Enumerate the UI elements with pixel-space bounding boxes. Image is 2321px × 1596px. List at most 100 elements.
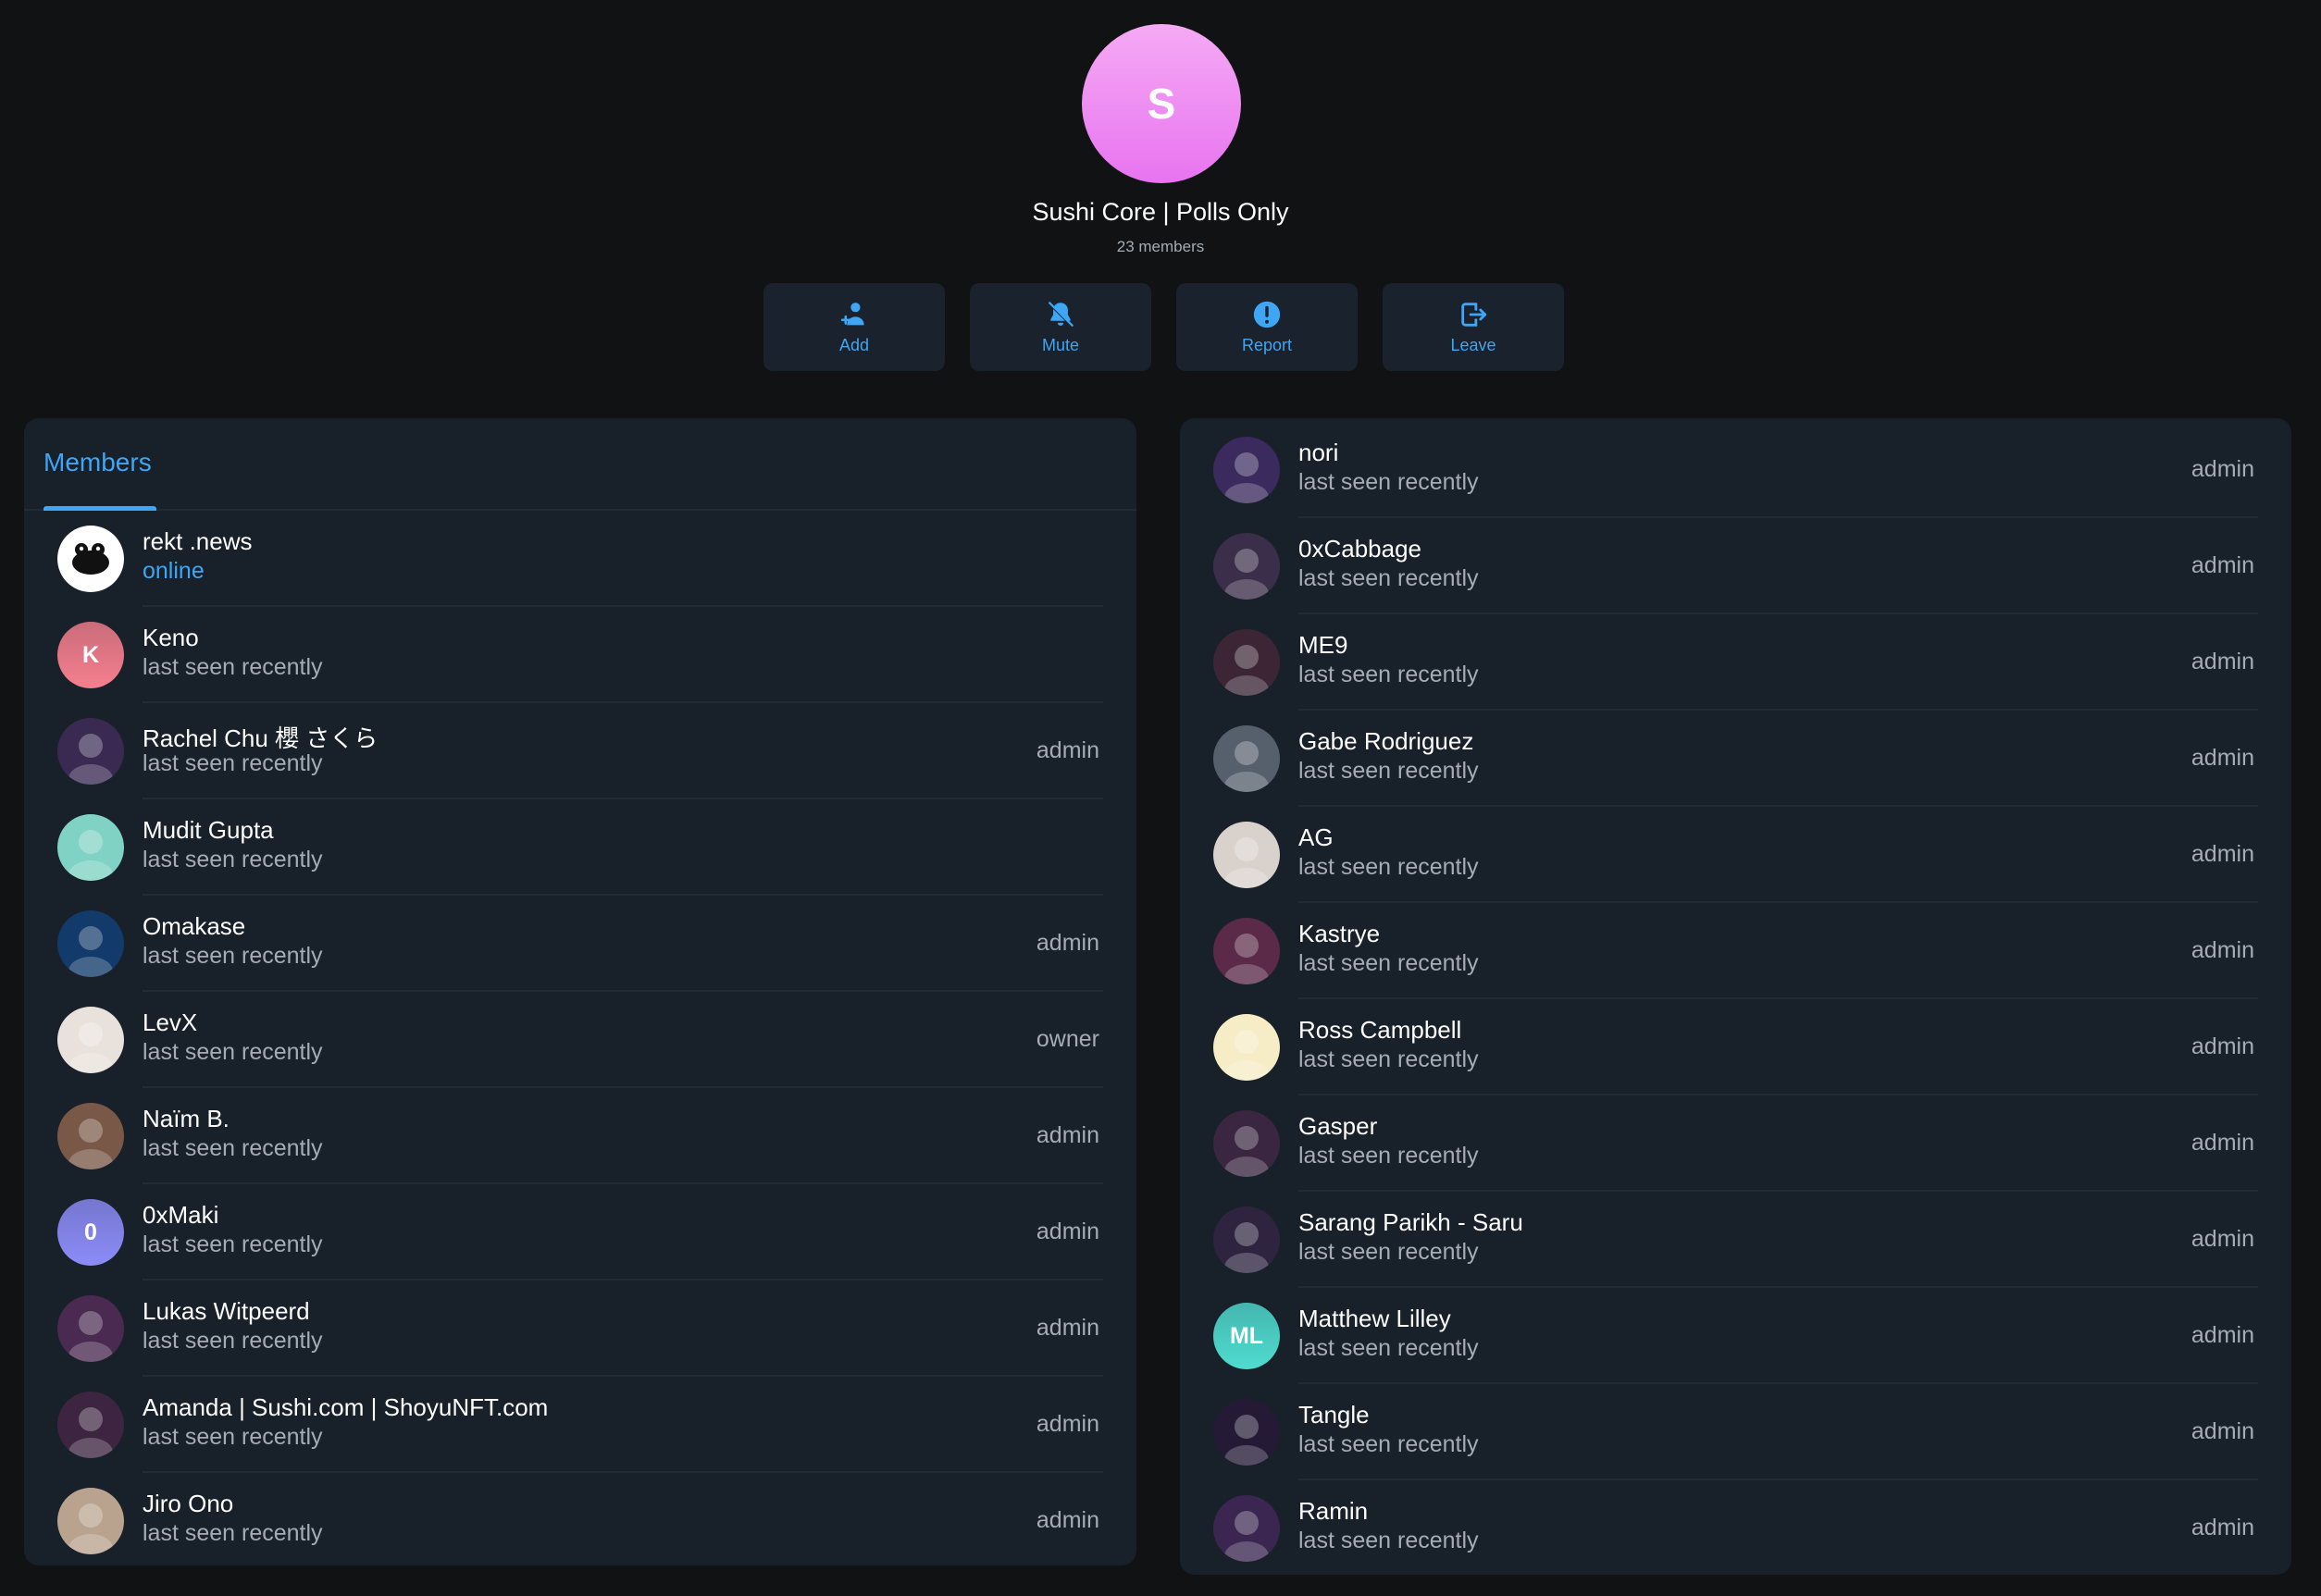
member-row[interactable]: Naïm B. last seen recently admin bbox=[24, 1088, 1136, 1184]
member-avatar[interactable] bbox=[57, 718, 124, 785]
member-avatar[interactable] bbox=[1213, 629, 1280, 696]
add-button[interactable]: Add bbox=[763, 283, 945, 371]
member-status: last seen recently bbox=[1298, 1239, 1479, 1265]
member-role: admin bbox=[1036, 1122, 1099, 1148]
member-status: last seen recently bbox=[1298, 1528, 1479, 1553]
member-avatar[interactable] bbox=[1213, 822, 1280, 888]
mute-button[interactable]: Mute bbox=[970, 283, 1151, 371]
person-avatar-icon bbox=[1224, 452, 1269, 503]
member-avatar[interactable] bbox=[1213, 1206, 1280, 1273]
member-avatar[interactable] bbox=[1213, 1399, 1280, 1466]
member-row[interactable]: Jiro Ono last seen recently admin bbox=[24, 1473, 1136, 1565]
member-avatar[interactable] bbox=[1213, 437, 1280, 503]
member-avatar-initials: 0 bbox=[84, 1219, 97, 1245]
member-row[interactable]: LevX last seen recently owner bbox=[24, 992, 1136, 1088]
member-row[interactable]: Ramin last seen recently admin bbox=[1180, 1480, 2291, 1575]
member-role: admin bbox=[2191, 1418, 2254, 1444]
person-avatar-icon bbox=[1224, 645, 1269, 696]
group-header: S Sushi Core | Polls Only 23 members Add… bbox=[0, 0, 2321, 398]
member-status: last seen recently bbox=[143, 943, 323, 969]
member-row[interactable]: nori last seen recently admin bbox=[1180, 422, 2291, 518]
member-status: last seen recently bbox=[1298, 469, 1479, 495]
member-avatar[interactable] bbox=[1213, 1014, 1280, 1081]
member-avatar[interactable] bbox=[57, 1007, 124, 1073]
group-member-count: 23 members bbox=[1116, 238, 1205, 255]
member-avatar[interactable] bbox=[57, 1103, 124, 1169]
member-row[interactable]: ME9 last seen recently admin bbox=[1180, 614, 2291, 711]
member-status: last seen recently bbox=[143, 1135, 323, 1161]
member-status: last seen recently bbox=[143, 654, 323, 680]
member-status: last seen recently bbox=[1298, 1431, 1479, 1457]
member-status: last seen recently bbox=[143, 1231, 323, 1257]
member-status: last seen recently bbox=[143, 847, 323, 872]
member-row[interactable]: Ross Campbell last seen recently admin bbox=[1180, 999, 2291, 1095]
member-avatar[interactable] bbox=[57, 526, 124, 592]
leave-button[interactable]: Leave bbox=[1383, 283, 1564, 371]
member-role: admin bbox=[2191, 456, 2254, 482]
tab-bar: Members bbox=[24, 418, 1136, 511]
member-avatar[interactable] bbox=[57, 1295, 124, 1362]
member-row[interactable]: Lukas Witpeerd last seen recently admin bbox=[24, 1281, 1136, 1377]
member-row[interactable]: Tangle last seen recently admin bbox=[1180, 1384, 2291, 1480]
member-avatar[interactable]: ML bbox=[1213, 1303, 1280, 1369]
report-button[interactable]: Report bbox=[1176, 283, 1358, 371]
member-name: Amanda | Sushi.com | ShoyuNFT.com bbox=[143, 1393, 549, 1421]
member-row[interactable]: Kastrye last seen recently admin bbox=[1180, 903, 2291, 999]
group-avatar[interactable]: S bbox=[1082, 24, 1241, 183]
member-avatar[interactable] bbox=[57, 910, 124, 977]
member-row[interactable]: Amanda | Sushi.com | ShoyuNFT.com last se… bbox=[24, 1377, 1136, 1473]
member-avatar[interactable] bbox=[57, 1488, 124, 1554]
member-name: Keno bbox=[143, 624, 199, 651]
member-name: 0xCabbage bbox=[1298, 535, 1421, 563]
person-avatar-icon bbox=[68, 830, 113, 881]
member-role: owner bbox=[1036, 1026, 1099, 1052]
member-status: last seen recently bbox=[143, 750, 323, 776]
member-status: last seen recently bbox=[1298, 1046, 1479, 1072]
member-avatar[interactable] bbox=[1213, 725, 1280, 792]
member-avatar[interactable] bbox=[1213, 1495, 1280, 1562]
member-name: Ross Campbell bbox=[1298, 1016, 1462, 1044]
member-row[interactable]: rekt .news online bbox=[24, 511, 1136, 607]
member-list-left: rekt .news online K Keno last seen recently R… bbox=[24, 511, 1136, 1565]
member-row[interactable]: AG last seen recently admin bbox=[1180, 807, 2291, 903]
member-row[interactable]: Rachel Chu 櫻 さくら last seen recently admin bbox=[24, 703, 1136, 799]
member-name: Gasper bbox=[1298, 1112, 1378, 1140]
member-name: Omakase bbox=[143, 912, 246, 940]
member-name: Naïm B. bbox=[143, 1105, 230, 1132]
member-avatar[interactable] bbox=[1213, 1110, 1280, 1177]
member-row[interactable]: Sarang Parikh - Saru last seen recently ad… bbox=[1180, 1192, 2291, 1288]
member-row[interactable]: 0 0xMaki last seen recently admin bbox=[24, 1184, 1136, 1281]
member-role: admin bbox=[2191, 1322, 2254, 1348]
member-role: admin bbox=[1036, 1219, 1099, 1244]
member-row[interactable]: Omakase last seen recently admin bbox=[24, 896, 1136, 992]
member-avatar[interactable] bbox=[1213, 918, 1280, 984]
member-role: admin bbox=[2191, 1130, 2254, 1156]
bell-off-icon bbox=[1047, 301, 1074, 328]
group-title: Sushi Core | Polls Only bbox=[1032, 198, 1289, 226]
members-panel-left: Members rekt .news online K Keno last seen r… bbox=[24, 418, 1136, 1565]
member-row[interactable]: Gasper last seen recently admin bbox=[1180, 1095, 2291, 1192]
member-name: AG bbox=[1298, 823, 1334, 851]
leave-icon bbox=[1461, 303, 1487, 327]
member-row[interactable]: Gabe Rodriguez last seen recently admin bbox=[1180, 711, 2291, 807]
person-avatar-icon bbox=[1224, 1126, 1269, 1177]
person-avatar-icon bbox=[68, 1022, 113, 1073]
member-avatar[interactable] bbox=[57, 1392, 124, 1458]
member-avatar[interactable]: 0 bbox=[57, 1199, 124, 1266]
member-avatar[interactable]: K bbox=[57, 622, 124, 688]
person-avatar-icon bbox=[68, 1311, 113, 1362]
member-avatar[interactable] bbox=[1213, 533, 1280, 600]
member-status: last seen recently bbox=[1298, 950, 1479, 976]
leave-button-label: Leave bbox=[1450, 336, 1496, 354]
member-name: Lukas Witpeerd bbox=[143, 1297, 310, 1325]
member-name: Matthew Lilley bbox=[1298, 1305, 1451, 1332]
member-row[interactable]: ML Matthew Lilley last seen recently admin bbox=[1180, 1288, 2291, 1384]
member-avatar-initials: ML bbox=[1229, 1322, 1264, 1349]
member-row[interactable]: K Keno last seen recently bbox=[24, 607, 1136, 703]
tab-members[interactable]: Members bbox=[43, 448, 152, 477]
member-avatar[interactable] bbox=[57, 814, 124, 881]
member-row[interactable]: 0xCabbage last seen recently admin bbox=[1180, 518, 2291, 614]
member-role: admin bbox=[1036, 1315, 1099, 1341]
member-row[interactable]: Mudit Gupta last seen recently bbox=[24, 799, 1136, 896]
report-button-label: Report bbox=[1241, 336, 1293, 354]
